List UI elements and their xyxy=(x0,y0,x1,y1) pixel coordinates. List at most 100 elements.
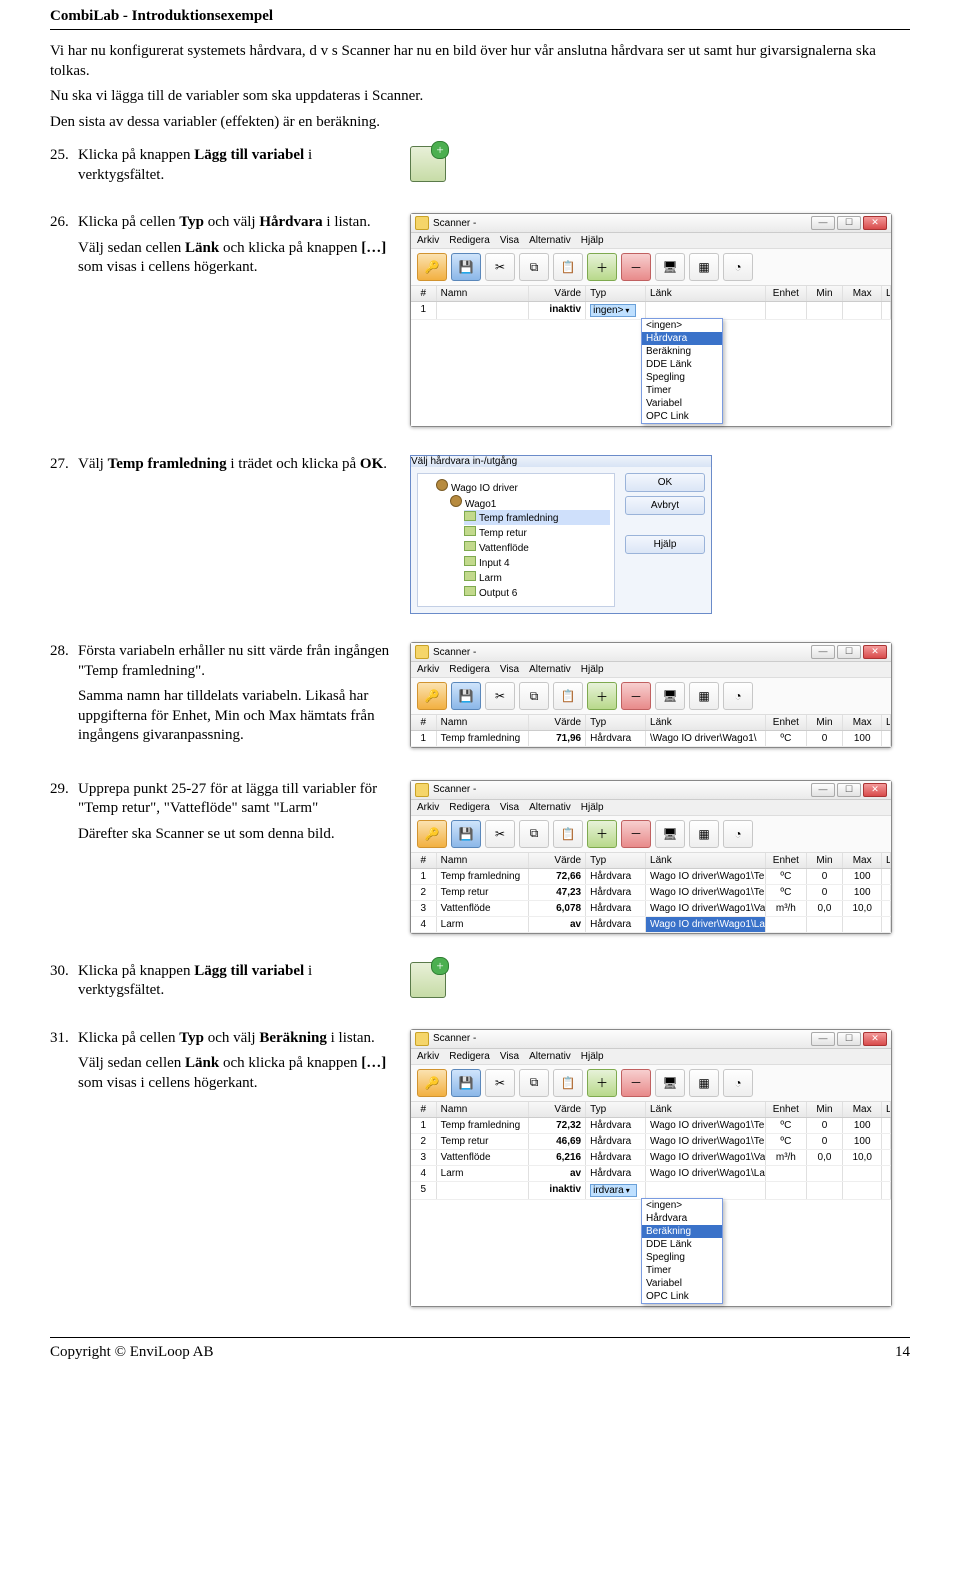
menu-item[interactable]: Hjälp xyxy=(581,1051,604,1062)
menu-item[interactable]: Arkiv xyxy=(417,802,439,813)
type-option[interactable]: OPC Link xyxy=(642,410,722,423)
tool-add-var-icon[interactable]: ＋ xyxy=(587,820,617,848)
tree-item[interactable]: Temp retur xyxy=(464,525,610,540)
tool-add-var-icon[interactable]: ＋ xyxy=(587,682,617,710)
tool-delete-icon[interactable]: － xyxy=(621,253,651,281)
type-option-selected[interactable]: Hårdvara xyxy=(642,332,722,345)
type-option-selected[interactable]: Beräkning xyxy=(642,1225,722,1238)
tool-save-icon[interactable]: 💾 xyxy=(451,1069,481,1097)
minimize-button[interactable]: — xyxy=(811,645,835,659)
table-row[interactable]: 1Temp framledning72,32HårdvaraWago IO dr… xyxy=(411,1118,891,1134)
tree-node[interactable]: Wago1 Temp framledning Temp retur Vatten… xyxy=(450,494,610,601)
tool-meter-icon[interactable]: ◔ xyxy=(723,820,753,848)
tool-open-icon[interactable]: 🔑 xyxy=(417,682,447,710)
table-row[interactable]: 2Temp retur46,69HårdvaraWago IO driver\W… xyxy=(411,1134,891,1150)
tool-cut-icon[interactable]: ✂ xyxy=(485,1069,515,1097)
ok-button[interactable]: OK xyxy=(625,473,705,492)
type-cell-dropdown[interactable]: ingen> xyxy=(586,302,646,319)
maximize-button[interactable]: ☐ xyxy=(837,645,861,659)
menu-item[interactable]: Redigera xyxy=(449,802,490,813)
table-row[interactable]: 2Temp retur47,23HårdvaraWago IO driver\W… xyxy=(411,885,891,901)
menu-item[interactable]: Visa xyxy=(500,235,519,246)
tool-cut-icon[interactable]: ✂ xyxy=(485,682,515,710)
tool-cut-icon[interactable]: ✂ xyxy=(485,253,515,281)
menu-item[interactable]: Alternativ xyxy=(529,664,571,675)
type-option[interactable]: DDE Länk xyxy=(642,1238,722,1251)
menu-item[interactable]: Alternativ xyxy=(529,802,571,813)
close-button[interactable]: ✕ xyxy=(863,645,887,659)
tool-save-icon[interactable]: 💾 xyxy=(451,253,481,281)
menu-item[interactable]: Hjälp xyxy=(581,664,604,675)
tool-add-var-icon[interactable]: ＋ xyxy=(587,1069,617,1097)
tool-paste-icon[interactable]: 📋 xyxy=(553,820,583,848)
tool-delete-icon[interactable]: － xyxy=(621,1069,651,1097)
tool-chip-icon[interactable]: ▦ xyxy=(689,1069,719,1097)
menu-item[interactable]: Visa xyxy=(500,1051,519,1062)
tool-chip-icon[interactable]: ▦ xyxy=(689,820,719,848)
tree-item[interactable]: Input 4 xyxy=(464,555,610,570)
menu-item[interactable]: Hjälp xyxy=(581,235,604,246)
tool-copy-icon[interactable]: ⧉ xyxy=(519,1069,549,1097)
close-button[interactable]: ✕ xyxy=(863,216,887,230)
tree-item[interactable]: Output 6 xyxy=(464,585,610,600)
help-button[interactable]: Hjälp xyxy=(625,535,705,554)
close-button[interactable]: ✕ xyxy=(863,783,887,797)
tool-hardware-icon[interactable]: 🖥 xyxy=(655,1069,685,1097)
type-option[interactable]: Hårdvara xyxy=(642,1212,722,1225)
type-option[interactable]: DDE Länk xyxy=(642,358,722,371)
type-dropdown-list[interactable]: <ingen> Hårdvara Beräkning DDE Länk Speg… xyxy=(641,318,723,424)
table-row[interactable]: 1Temp framledning72,66HårdvaraWago IO dr… xyxy=(411,869,891,885)
type-cell-dropdown[interactable]: irdvara xyxy=(586,1182,646,1199)
table-row[interactable]: 1 Temp framledning 71,96 Hårdvara \Wago … xyxy=(411,731,891,747)
type-option[interactable]: <ingen> xyxy=(642,319,722,332)
tool-hardware-icon[interactable]: 🖥 xyxy=(655,682,685,710)
menu-item[interactable]: Hjälp xyxy=(581,802,604,813)
cancel-button[interactable]: Avbryt xyxy=(625,496,705,515)
tool-meter-icon[interactable]: ◔ xyxy=(723,253,753,281)
table-row[interactable]: 4LarmavHårdvaraWago IO driver\Wago1\La xyxy=(411,917,891,933)
menu-item[interactable]: Arkiv xyxy=(417,235,439,246)
type-option[interactable]: Spegling xyxy=(642,1251,722,1264)
tool-open-icon[interactable]: 🔑 xyxy=(417,1069,447,1097)
tool-delete-icon[interactable]: － xyxy=(621,820,651,848)
table-row[interactable]: 3Vattenflöde6,216HårdvaraWago IO driver\… xyxy=(411,1150,891,1166)
tool-save-icon[interactable]: 💾 xyxy=(451,820,481,848)
tool-copy-icon[interactable]: ⧉ xyxy=(519,820,549,848)
type-option[interactable]: Variabel xyxy=(642,397,722,410)
menu-item[interactable]: Visa xyxy=(500,664,519,675)
type-option[interactable]: OPC Link xyxy=(642,1290,722,1303)
type-option[interactable]: Timer xyxy=(642,1264,722,1277)
minimize-button[interactable]: — xyxy=(811,1032,835,1046)
tool-meter-icon[interactable]: ◔ xyxy=(723,1069,753,1097)
tool-cut-icon[interactable]: ✂ xyxy=(485,820,515,848)
type-option[interactable]: <ingen> xyxy=(642,1199,722,1212)
type-option[interactable]: Timer xyxy=(642,384,722,397)
tool-chip-icon[interactable]: ▦ xyxy=(689,682,719,710)
menu-item[interactable]: Arkiv xyxy=(417,664,439,675)
tool-copy-icon[interactable]: ⧉ xyxy=(519,682,549,710)
type-option[interactable]: Beräkning xyxy=(642,345,722,358)
tree-item-selected[interactable]: Temp framledning xyxy=(464,510,610,525)
minimize-button[interactable]: — xyxy=(811,216,835,230)
maximize-button[interactable]: ☐ xyxy=(837,783,861,797)
tool-delete-icon[interactable]: － xyxy=(621,682,651,710)
maximize-button[interactable]: ☐ xyxy=(837,1032,861,1046)
menu-item[interactable]: Redigera xyxy=(449,1051,490,1062)
io-tree[interactable]: Wago IO driver Wago1 Temp framledning Te… xyxy=(417,473,615,607)
maximize-button[interactable]: ☐ xyxy=(837,216,861,230)
tool-copy-icon[interactable]: ⧉ xyxy=(519,253,549,281)
tree-item[interactable]: Larm xyxy=(464,570,610,585)
menu-item[interactable]: Redigera xyxy=(449,235,490,246)
close-button[interactable]: ✕ xyxy=(863,1032,887,1046)
menu-item[interactable]: Redigera xyxy=(449,664,490,675)
tool-paste-icon[interactable]: 📋 xyxy=(553,1069,583,1097)
tool-hardware-icon[interactable]: 🖥 xyxy=(655,820,685,848)
tool-chip-icon[interactable]: ▦ xyxy=(689,253,719,281)
tree-item[interactable]: Vattenflöde xyxy=(464,540,610,555)
type-dropdown-list[interactable]: <ingen>HårdvaraBeräkningDDE LänkSpegling… xyxy=(641,1198,723,1304)
table-row[interactable]: 3Vattenflöde6,078HårdvaraWago IO driver\… xyxy=(411,901,891,917)
tool-open-icon[interactable]: 🔑 xyxy=(417,253,447,281)
tool-hardware-icon[interactable]: 🖥 xyxy=(655,253,685,281)
tool-meter-icon[interactable]: ◔ xyxy=(723,682,753,710)
type-option[interactable]: Variabel xyxy=(642,1277,722,1290)
